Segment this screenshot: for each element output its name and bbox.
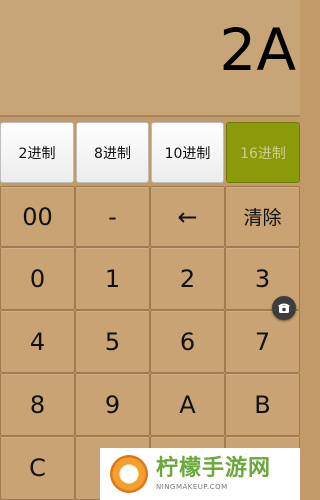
key-double-zero[interactable]: 00 [0,186,75,247]
key-4[interactable]: 4 [0,310,75,373]
key-8[interactable]: 8 [0,373,75,436]
mode-octal-button[interactable]: 8进制 [76,122,149,183]
key-a[interactable]: A [150,373,225,436]
key-5[interactable]: 5 [75,310,150,373]
phone-icon[interactable] [272,296,296,320]
key-0[interactable]: 0 [0,247,75,310]
display-value: 2A [219,16,296,84]
key-2[interactable]: 2 [150,247,225,310]
watermark-title: 柠檬手游网 [156,455,272,481]
key-1[interactable]: 1 [75,247,150,310]
mode-hex-button[interactable]: 16进制 [226,122,300,183]
lemon-logo-icon [110,455,148,493]
watermark-url: NINGMAKEUP.COM [156,482,228,491]
key-6[interactable]: 6 [150,310,225,373]
watermark: 柠檬手游网 NINGMAKEUP.COM [100,448,300,500]
key-backspace[interactable]: ← [150,186,225,247]
key-7[interactable]: 7 [225,310,300,373]
phone-glyph-icon [278,303,290,313]
mode-binary-button[interactable]: 2进制 [0,122,74,183]
key-b[interactable]: B [225,373,300,436]
mode-decimal-button[interactable]: 10进制 [151,122,224,183]
key-9[interactable]: 9 [75,373,150,436]
key-clear[interactable]: 清除 [225,186,300,247]
key-c[interactable]: C [0,436,75,500]
result-display: 2A [0,0,300,117]
key-minus[interactable]: - [75,186,150,247]
